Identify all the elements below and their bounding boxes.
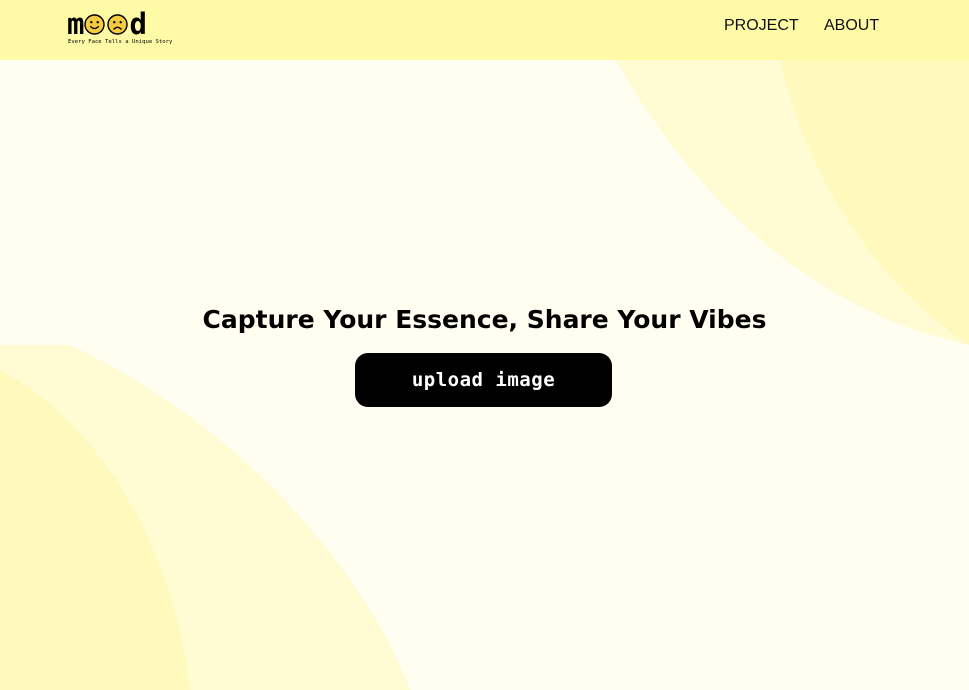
hero-title: Capture Your Essence, Share Your Vibes <box>202 304 767 334</box>
upload-image-button[interactable]: upload image <box>355 353 612 407</box>
smiley-face-icon <box>84 13 106 35</box>
logo-tagline: Every Face Tells a Unique Story <box>68 39 173 45</box>
logo-letter-d: d <box>129 7 146 41</box>
sad-face-icon <box>107 13 129 35</box>
background-shapes <box>0 0 969 690</box>
top-bar: m d Every Face Tells a Unique Story PROJ… <box>0 0 969 60</box>
logo[interactable]: m d Every Face Tells a Unique Story <box>67 7 172 49</box>
logo-letter-m: m <box>67 7 84 41</box>
nav-project-link[interactable]: PROJECT <box>724 16 799 36</box>
logo-wordmark: m d <box>67 7 147 41</box>
nav-about-link[interactable]: ABOUT <box>824 16 879 36</box>
